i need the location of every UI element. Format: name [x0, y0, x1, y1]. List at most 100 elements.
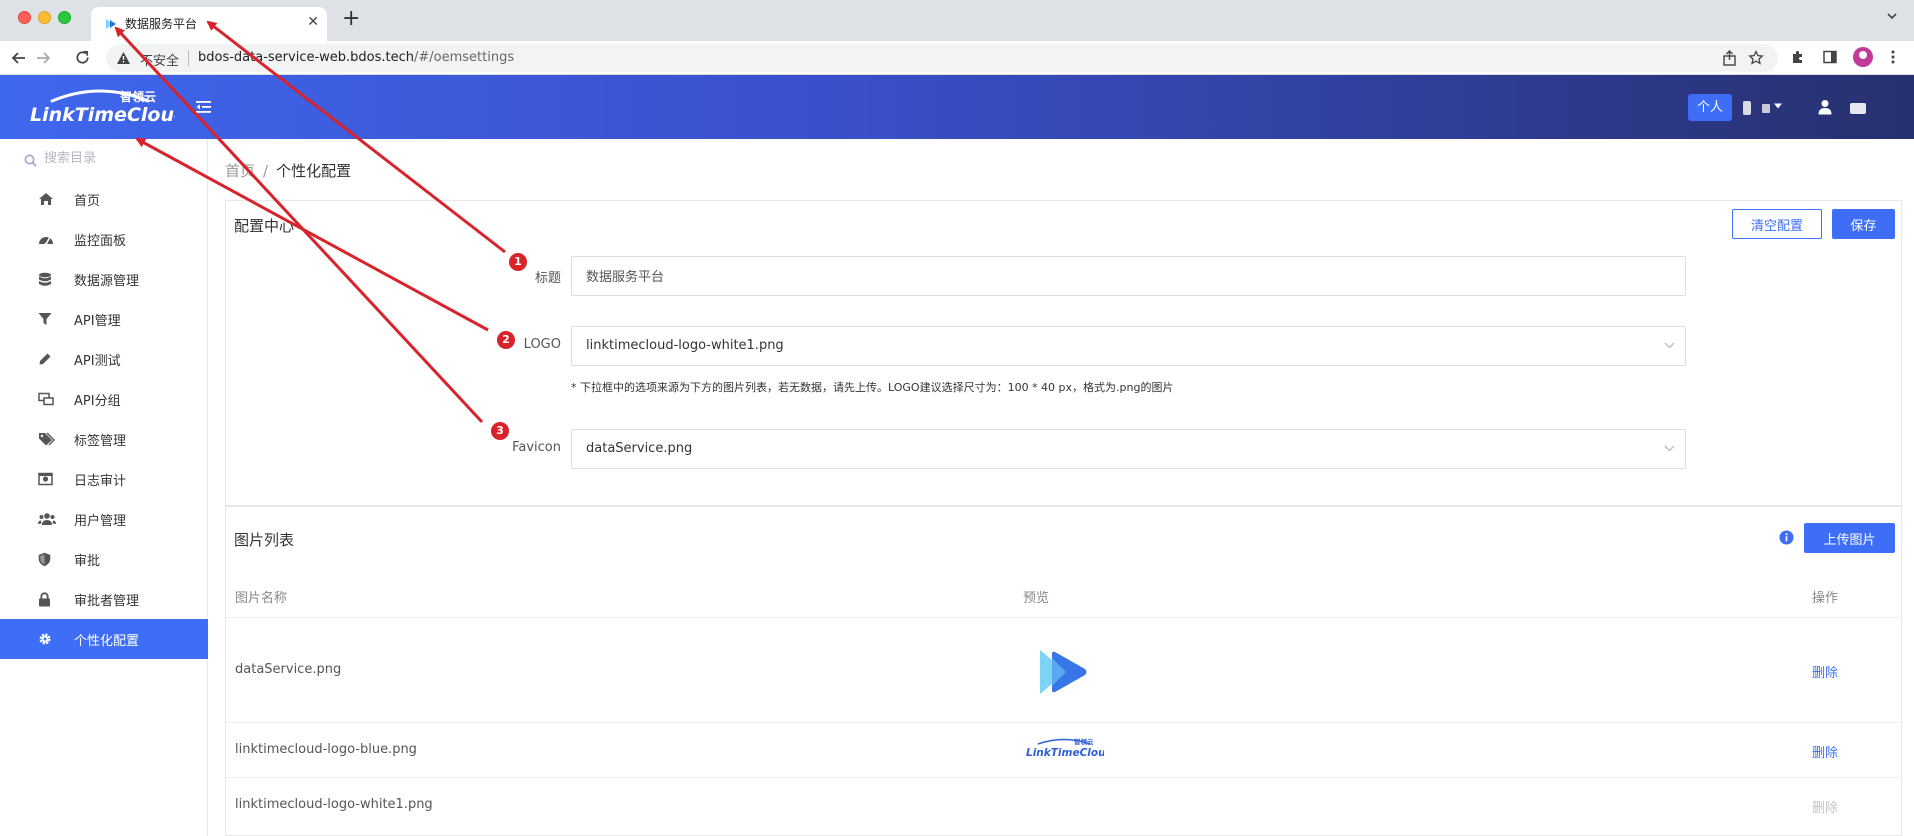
users-icon	[38, 512, 56, 526]
breadcrumb-separator: /	[263, 162, 269, 180]
linktimecloud-blue-logo-preview: LinkTimeCloud 智领云	[1026, 737, 1104, 759]
sidebar-collapse-icon[interactable]	[196, 100, 211, 114]
url-text[interactable]: bdos-data-service-web.bdos.tech/#/oemset…	[198, 50, 514, 65]
table-row: dataService.png 删除	[226, 617, 1901, 722]
svg-text:LinkTimeCloud: LinkTimeCloud	[1026, 747, 1104, 759]
space-name-redacted-2	[1762, 104, 1770, 113]
sidebar-item-users[interactable]: 用户管理	[0, 499, 208, 539]
annotation-badge-1: 1	[509, 253, 527, 271]
group-icon	[38, 392, 54, 406]
sidebar-item-approver-management[interactable]: 审批者管理	[0, 579, 208, 619]
tags-icon	[38, 432, 55, 446]
annotation-badge-2: 2	[497, 331, 515, 349]
column-header-name: 图片名称	[235, 591, 288, 606]
sidebar-item-label: 标签管理	[74, 434, 127, 449]
profile-avatar[interactable]	[1853, 47, 1873, 67]
table-row: linktimecloud-logo-blue.png LinkTimeClou…	[226, 722, 1901, 777]
delete-button[interactable]: 删除	[1812, 662, 1838, 681]
user-icon[interactable]	[1818, 99, 1832, 115]
security-label: 不安全	[140, 54, 180, 69]
logo-hint-text: * 下拉框中的选项来源为下方的图片列表，若无数据，请先上传。LOGO建议选择尺寸…	[571, 381, 1174, 394]
home-icon	[38, 192, 54, 206]
share-icon[interactable]	[1722, 50, 1737, 66]
sidebar-item-personalization[interactable]: 个性化配置	[0, 619, 208, 659]
sidebar-item-audit-log[interactable]: 日志审计	[0, 459, 208, 499]
sidebar-item-label: API分组	[74, 394, 121, 409]
back-icon[interactable]	[10, 49, 28, 67]
omnibox[interactable]: 不安全 bdos-data-service-web.bdos.tech/#/oe…	[106, 44, 1778, 72]
tab-title: 数据服务平台	[125, 17, 198, 31]
browser-tab[interactable]: 数据服务平台 ✕	[91, 7, 327, 41]
favicon-field-label: Favicon	[512, 440, 561, 455]
tab-list-chevron-icon[interactable]	[1886, 10, 1898, 22]
sidebar-item-datasource[interactable]: 数据源管理	[0, 259, 208, 299]
browser-menu-icon[interactable]	[1891, 49, 1895, 65]
window-close-button[interactable]	[18, 11, 31, 24]
caret-down-icon[interactable]	[1773, 102, 1783, 110]
window-zoom-button[interactable]	[58, 11, 71, 24]
chevron-down-icon	[1664, 342, 1675, 349]
sidebar-item-label: API管理	[74, 314, 121, 329]
dataservice-preview-image	[1036, 648, 1092, 696]
upload-image-button[interactable]: 上传图片	[1804, 523, 1895, 553]
sidebar-item-label: 日志审计	[74, 474, 127, 489]
app-header: LinkTimeCloud 智领云 个人	[0, 75, 1914, 139]
svg-text:智领云: 智领云	[1074, 737, 1094, 746]
sidebar-menu: 首页 监控面板 数据源管理 API管理 API测试 API分组 标签管理 日志审…	[0, 179, 208, 659]
image-list-title: 图片列表	[234, 531, 295, 549]
omnibox-divider	[188, 50, 189, 66]
warning-icon	[116, 51, 131, 65]
logo-select[interactable]: linktimecloud-logo-white1.png	[571, 326, 1686, 366]
clear-config-button[interactable]: 清空配置	[1732, 209, 1822, 239]
column-header-action: 操作	[1812, 591, 1839, 606]
sidebar-item-label: API测试	[74, 354, 121, 369]
space-name-redacted	[1743, 101, 1751, 115]
delete-button[interactable]: 删除	[1812, 742, 1838, 761]
sidebar: 首页 监控面板 数据源管理 API管理 API测试 API分组 标签管理 日志	[0, 139, 208, 836]
sidebar-item-dashboard[interactable]: 监控面板	[0, 219, 208, 259]
favicon-icon	[105, 18, 117, 30]
forward-icon[interactable]	[34, 49, 52, 67]
sidebar-item-label: 审批者管理	[74, 594, 140, 609]
window-minimize-button[interactable]	[38, 11, 51, 24]
address-bar: 不安全 bdos-data-service-web.bdos.tech/#/oe…	[0, 41, 1914, 75]
sidebar-item-home[interactable]: 首页	[0, 179, 208, 219]
sidebar-item-label: 用户管理	[74, 514, 127, 529]
database-icon	[38, 272, 52, 287]
info-icon[interactable]	[1779, 530, 1794, 545]
save-button[interactable]: 保存	[1832, 209, 1895, 239]
column-header-preview: 预览	[1023, 591, 1050, 606]
gear-icon	[38, 632, 52, 646]
logo-field-label: LOGO	[523, 337, 561, 352]
chevron-down-icon	[1664, 445, 1675, 452]
filter-icon	[38, 312, 52, 326]
title-input[interactable]	[586, 268, 1586, 283]
sidebar-item-tags[interactable]: 标签管理	[0, 419, 208, 459]
linktimecloud-logo[interactable]: LinkTimeCloud 智领云	[30, 87, 175, 127]
side-panel-icon[interactable]	[1822, 49, 1838, 65]
svg-text:LinkTimeCloud: LinkTimeCloud	[30, 104, 175, 126]
breadcrumb-current: 个性化配置	[276, 162, 352, 180]
tab-close-icon[interactable]: ✕	[307, 14, 319, 30]
sidebar-item-api-management[interactable]: API管理	[0, 299, 208, 339]
favicon-select[interactable]: dataService.png	[571, 429, 1686, 469]
bookmark-star-icon[interactable]	[1748, 50, 1764, 66]
personal-space-button[interactable]: 个人	[1688, 94, 1732, 121]
username-redacted	[1850, 103, 1866, 114]
breadcrumb-home[interactable]: 首页	[225, 162, 255, 180]
shield-icon	[38, 552, 51, 567]
reload-icon[interactable]	[74, 49, 91, 66]
sidebar-item-approval[interactable]: 审批	[0, 539, 208, 579]
sidebar-item-label: 个性化配置	[74, 634, 140, 649]
image-name: linktimecloud-logo-blue.png	[235, 742, 417, 757]
extensions-icon[interactable]	[1790, 49, 1806, 65]
sidebar-search-input[interactable]	[44, 151, 194, 166]
sidebar-item-api-test[interactable]: API测试	[0, 339, 208, 379]
sidebar-item-label: 首页	[74, 194, 101, 209]
sidebar-item-label: 审批	[74, 554, 101, 569]
sidebar-item-api-group[interactable]: API分组	[0, 379, 208, 419]
new-tab-button[interactable]: +	[342, 6, 360, 32]
delete-button-disabled: 删除	[1812, 801, 1839, 816]
dashboard-icon	[38, 232, 54, 246]
title-field[interactable]	[571, 256, 1686, 296]
